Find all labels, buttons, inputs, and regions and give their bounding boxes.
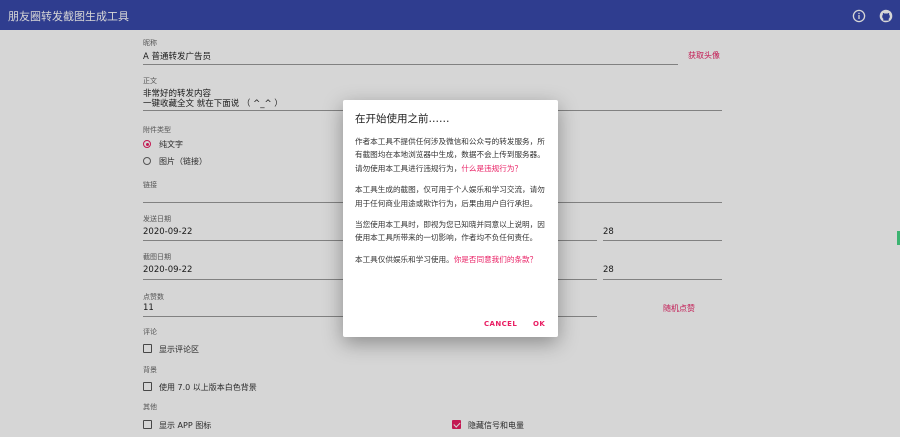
notice-dialog: 在开始使用之前…… 作者本工具不提供任何涉及微信和公众号的转发服务，所有截图均在… [343,100,558,337]
cancel-button[interactable]: CANCEL [484,320,517,328]
violation-info-link[interactable]: 什么是违规行为？ [461,164,522,173]
dialog-paragraph-3: 当您使用本工具时，即视为您已知晓并同意以上说明，因使用本工具所带来的一切影响，作… [355,220,545,243]
dialog-paragraph-1: 作者本工具不提供任何涉及微信和公众号的转发服务，所有截图均在本地浏览器中生成，数… [355,135,546,175]
dialog-paragraph-2: 本工具生成的截图，仅可用于个人娱乐和学习交流，请勿用于任何商业用途或欺诈行为，后… [355,185,545,208]
dialog-title: 在开始使用之前…… [355,113,450,125]
dialog-paragraph-4-text: 本工具仅供娱乐和学习使用。 [355,254,454,264]
ok-button[interactable]: OK [533,320,545,328]
dialog-paragraph-4: 本工具仅供娱乐和学习使用。你是否同意我们的条款？ [355,253,546,266]
terms-link[interactable]: 你是否同意我们的条款？ [454,255,538,264]
